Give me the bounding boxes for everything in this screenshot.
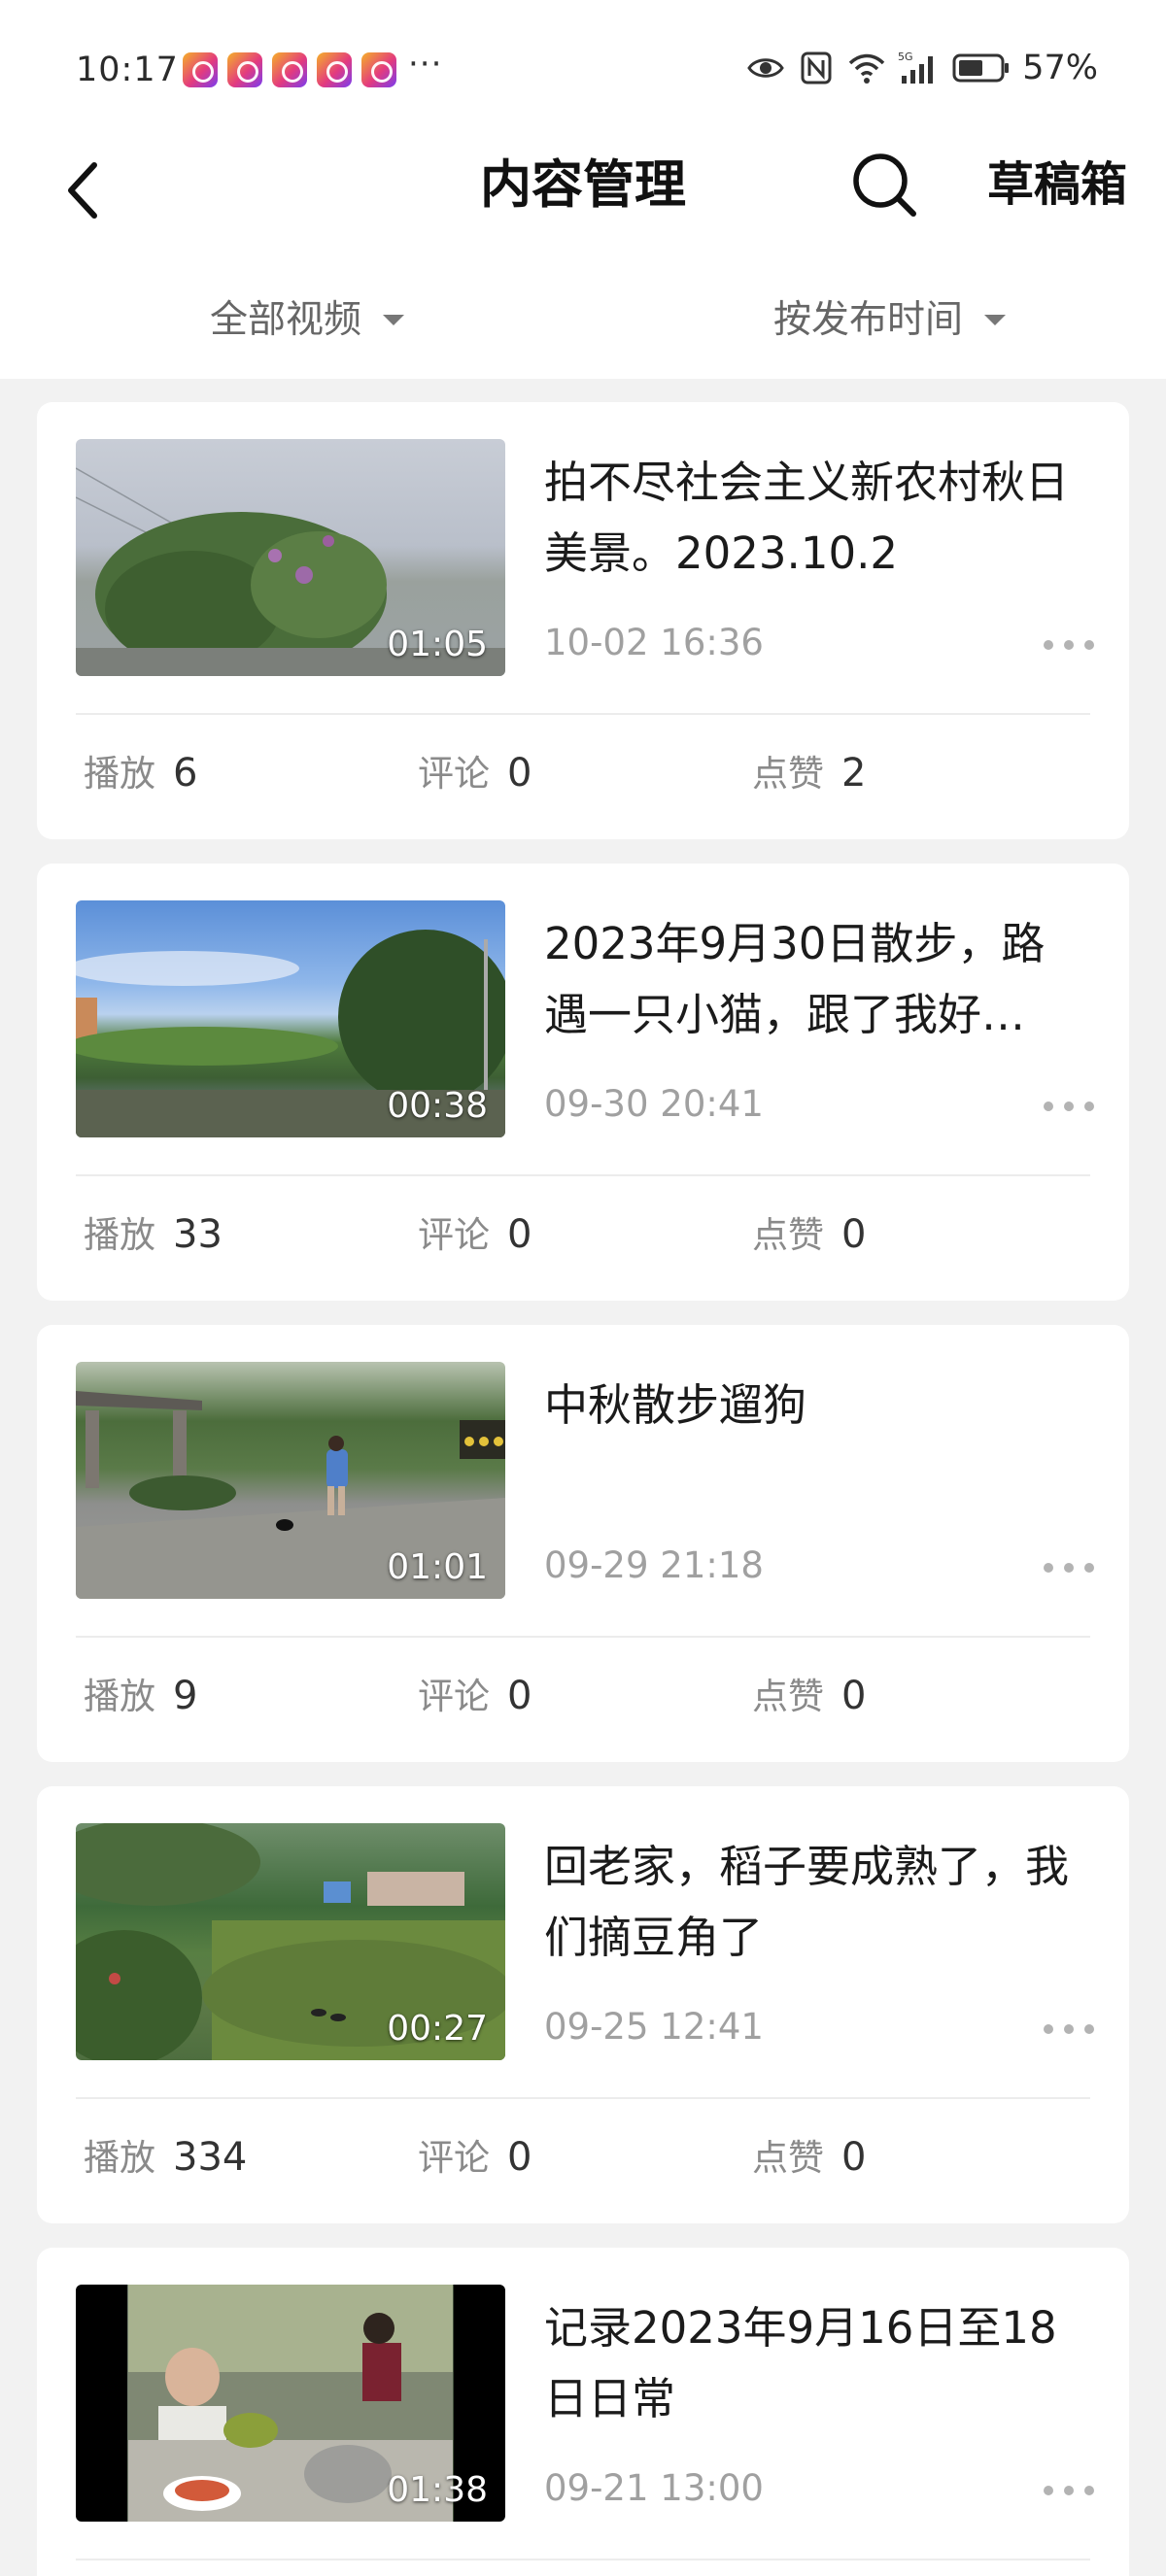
video-card[interactable]: 01:38 记录2023年9月16日至18日日常 09-21 13:00 [37, 2248, 1129, 2576]
like-value: 0 [841, 1674, 867, 1718]
like-count: 点赞 2 [752, 744, 866, 797]
caret-down-icon [383, 314, 405, 325]
video-title[interactable]: 拍不尽社会主义新农村秋日美景。2023.10.2 [544, 447, 1088, 589]
comment-count[interactable]: 评论 0 [418, 744, 532, 797]
video-duration: 01:05 [387, 625, 488, 664]
notification-icons [183, 52, 396, 87]
comment-value: 0 [507, 751, 532, 796]
video-duration: 00:27 [387, 2009, 488, 2049]
status-bar: 10:17 ··· 5G 57% [0, 0, 1166, 136]
category-filter-dropdown[interactable]: 全部视频 [210, 289, 405, 344]
play-count: 播放 9 [84, 1667, 197, 1719]
divider [76, 713, 1090, 715]
like-label: 点赞 [752, 2137, 824, 2179]
battery-icon [952, 53, 1010, 83]
comment-label: 评论 [418, 1676, 490, 1717]
video-title[interactable]: 2023年9月30日散步，路遇一只小猫，跟了我好… [544, 908, 1088, 1050]
like-count: 点赞 0 [752, 1205, 866, 1258]
video-thumbnail[interactable]: 00:38 [76, 900, 505, 1137]
like-value: 0 [841, 1212, 867, 1257]
like-count: 点赞 0 [752, 1667, 866, 1719]
video-card[interactable]: 00:27 回老家，稻子要成熟了，我们摘豆角了 09-25 12:41 播放 3… [37, 1786, 1129, 2223]
comment-count[interactable]: 评论 0 [418, 2128, 532, 2181]
more-options-icon[interactable] [1044, 2016, 1094, 2043]
video-date: 09-29 21:18 [544, 1544, 764, 1586]
video-title[interactable]: 回老家，稻子要成熟了，我们摘豆角了 [544, 1831, 1088, 1973]
nav-bar: 内容管理 草稿箱 [0, 136, 1166, 243]
video-date: 10-02 16:36 [544, 622, 764, 663]
app-notification-icon [183, 52, 218, 87]
play-label: 播放 [84, 1676, 155, 1717]
divider [76, 2559, 1090, 2560]
comment-label: 评论 [418, 1214, 490, 1256]
divider [76, 1174, 1090, 1176]
status-indicators: 5G 57% [746, 49, 1098, 87]
video-title[interactable]: 中秋散步遛狗 [544, 1370, 1088, 1441]
divider [76, 2097, 1090, 2099]
like-label: 点赞 [752, 1214, 824, 1256]
like-label: 点赞 [752, 753, 824, 795]
video-thumbnail[interactable]: 01:38 [76, 2285, 505, 2522]
header-area: 10:17 ··· 5G 57% 内容管理 草稿箱 全部视频 按发布时间 [0, 0, 1166, 379]
search-icon[interactable] [847, 148, 921, 221]
sort-filter-label: 按发布时间 [773, 298, 964, 342]
play-label: 播放 [84, 1214, 155, 1256]
play-value: 334 [173, 2135, 248, 2180]
filter-bar: 全部视频 按发布时间 [0, 272, 1166, 359]
video-date: 09-21 13:00 [544, 2467, 764, 2509]
play-label: 播放 [84, 2137, 155, 2179]
comment-label: 评论 [418, 2137, 490, 2179]
video-date: 09-30 20:41 [544, 1083, 764, 1125]
play-value: 33 [173, 1212, 223, 1257]
signal-5g-icon: 5G [898, 51, 934, 84]
more-options-icon[interactable] [1044, 2477, 1094, 2504]
more-options-icon[interactable] [1044, 1554, 1094, 1581]
nfc-icon [801, 51, 832, 85]
video-title[interactable]: 记录2023年9月16日至18日日常 [544, 2292, 1088, 2434]
more-options-icon[interactable] [1044, 1093, 1094, 1120]
video-duration: 01:01 [387, 1547, 488, 1587]
app-notification-icon [317, 52, 352, 87]
category-filter-label: 全部视频 [210, 298, 362, 342]
video-duration: 00:38 [387, 1086, 488, 1126]
app-notification-icon [227, 52, 262, 87]
battery-percent: 57% [1022, 49, 1098, 87]
video-date: 09-25 12:41 [544, 2006, 764, 2048]
comment-label: 评论 [418, 753, 490, 795]
like-count: 点赞 0 [752, 2128, 866, 2181]
play-count: 播放 6 [84, 744, 197, 797]
divider [76, 1636, 1090, 1638]
play-value: 6 [173, 751, 198, 796]
drafts-button[interactable]: 草稿箱 [987, 146, 1127, 214]
comment-value: 0 [507, 2135, 532, 2180]
svg-text:5G: 5G [898, 51, 913, 63]
sort-filter-dropdown[interactable]: 按发布时间 [773, 289, 1007, 344]
play-count: 播放 334 [84, 2128, 247, 2181]
video-duration: 01:38 [387, 2470, 488, 2510]
like-value: 2 [841, 751, 867, 796]
play-value: 9 [173, 1674, 198, 1718]
video-card[interactable]: 01:01 中秋散步遛狗 09-29 21:18 播放 9 评论 0 点赞 0 [37, 1325, 1129, 1762]
more-options-icon[interactable] [1044, 631, 1094, 659]
comment-value: 0 [507, 1212, 532, 1257]
more-notifications: ··· [408, 45, 443, 84]
app-notification-icon [361, 52, 396, 87]
app-notification-icon [272, 52, 307, 87]
wifi-icon [848, 53, 885, 84]
caret-down-icon [984, 314, 1007, 325]
eye-icon [747, 58, 784, 78]
video-card[interactable]: 01:05 拍不尽社会主义新农村秋日美景。2023.10.2 10-02 16:… [37, 402, 1129, 839]
comment-count[interactable]: 评论 0 [418, 1205, 532, 1258]
play-label: 播放 [84, 753, 155, 795]
video-thumbnail[interactable]: 01:01 [76, 1362, 505, 1599]
status-time: 10:17 [76, 51, 179, 89]
video-thumbnail[interactable]: 00:27 [76, 1823, 505, 2060]
like-value: 0 [841, 2135, 867, 2180]
like-label: 点赞 [752, 1676, 824, 1717]
video-card[interactable]: 00:38 2023年9月30日散步，路遇一只小猫，跟了我好… 09-30 20… [37, 864, 1129, 1301]
comment-count[interactable]: 评论 0 [418, 1667, 532, 1719]
video-thumbnail[interactable]: 01:05 [76, 439, 505, 676]
comment-value: 0 [507, 1674, 532, 1718]
play-count: 播放 33 [84, 1205, 223, 1258]
